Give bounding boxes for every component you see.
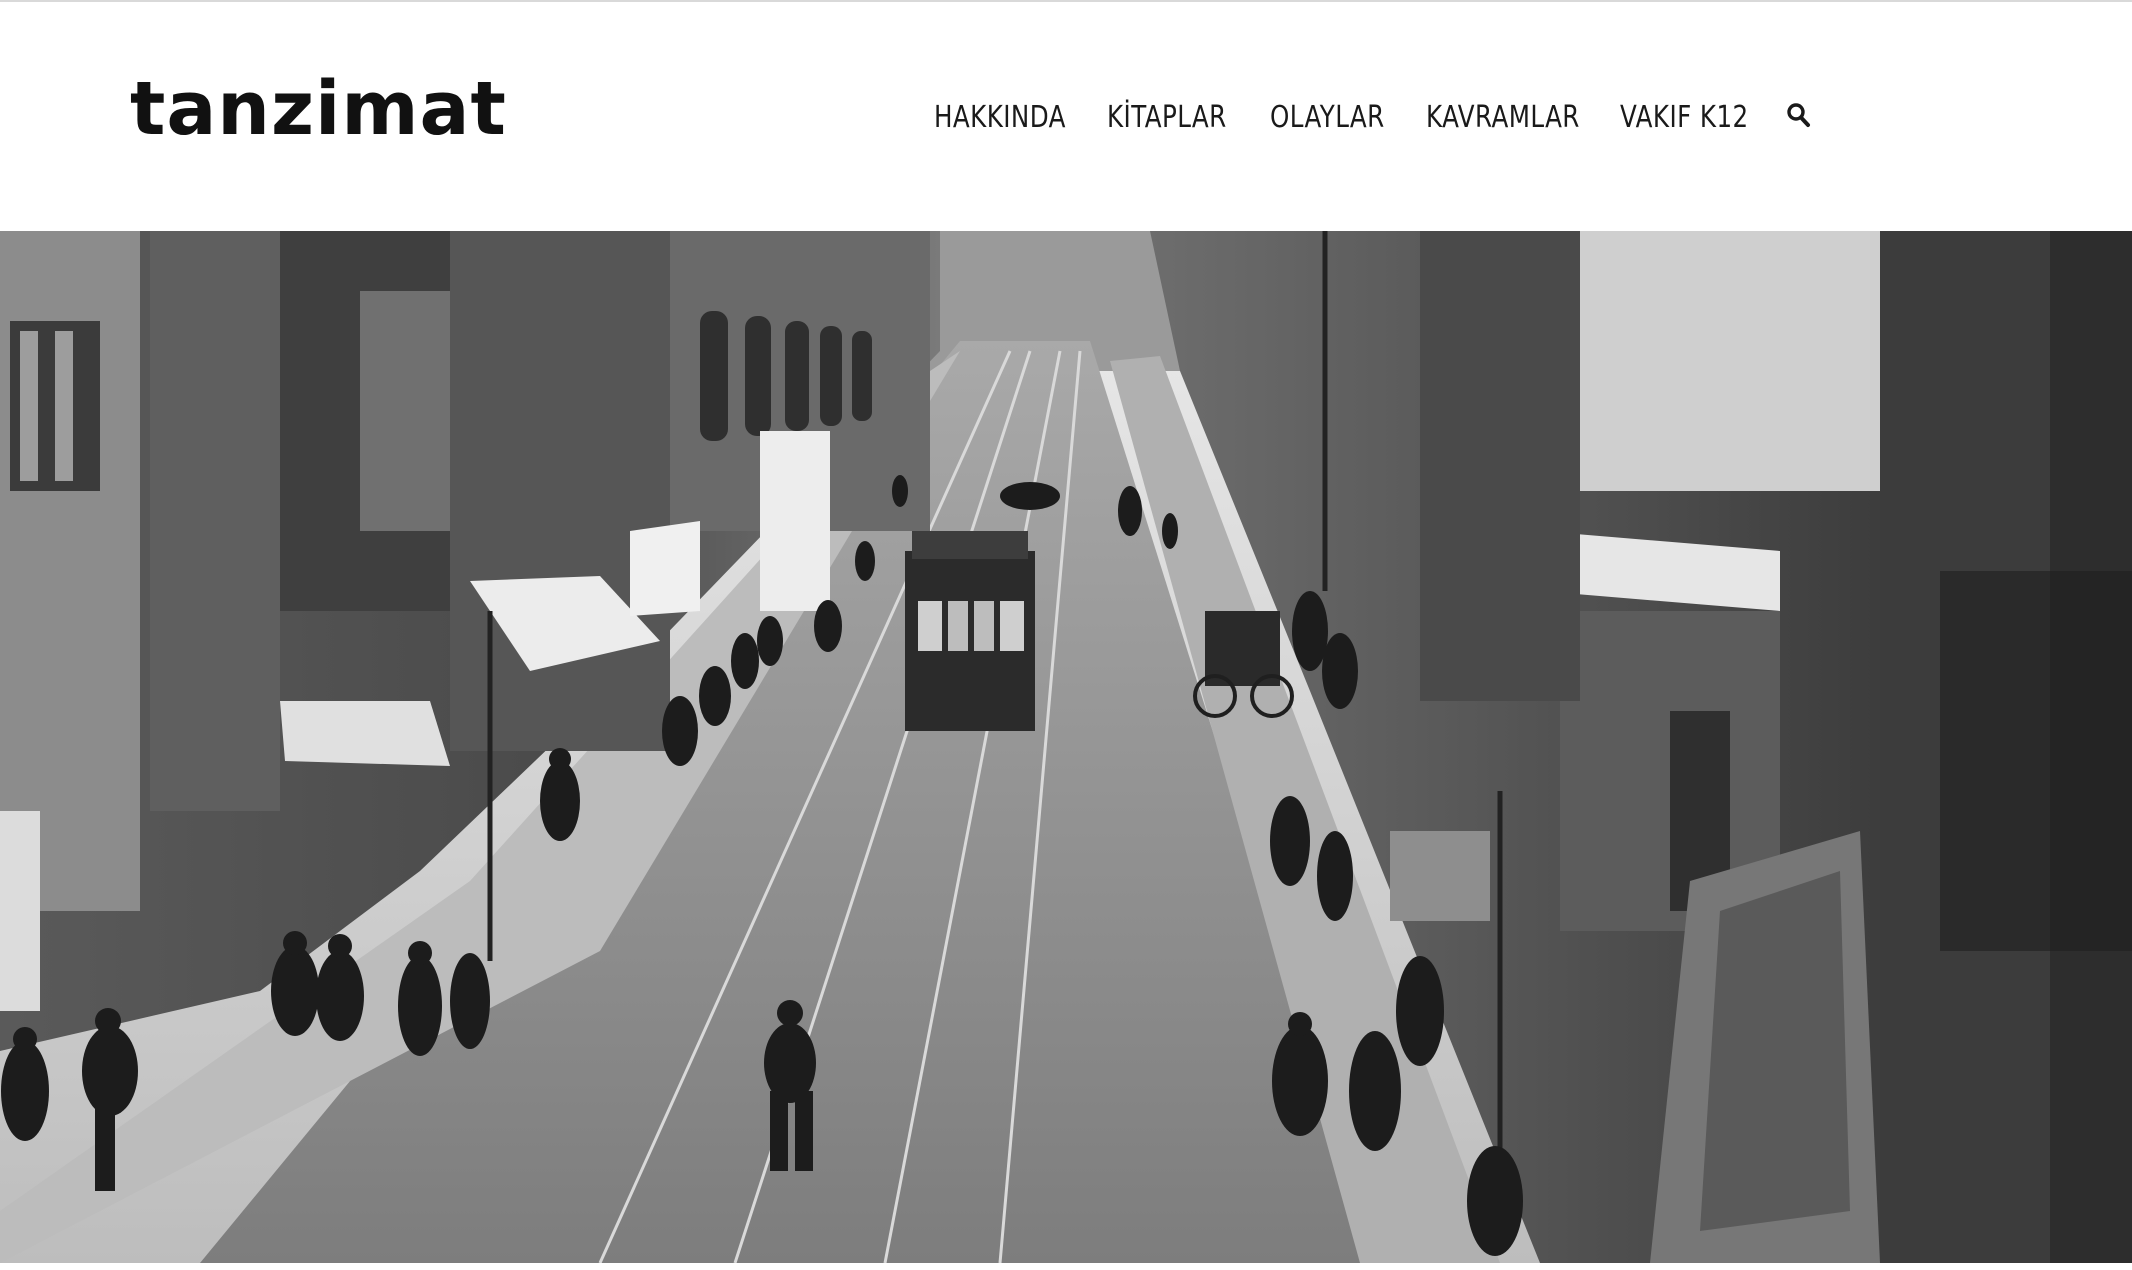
search-button[interactable]	[1786, 102, 1812, 130]
search-icon	[1787, 103, 1810, 127]
nav-link-vakif-k12[interactable]: VAKIF K12	[1620, 100, 1749, 135]
nav-item-hakkinda[interactable]: HAKKINDA	[934, 100, 1095, 140]
hero-image	[0, 231, 2132, 1263]
nav-item-olaylar[interactable]: OLAYLAR	[1270, 100, 1410, 140]
nav-link-hakkinda[interactable]: HAKKINDA	[934, 100, 1066, 135]
nav-link-kitaplar[interactable]: KİTAPLAR	[1107, 100, 1227, 135]
nav-item-vakif-k12[interactable]: VAKIF K12	[1620, 100, 1777, 140]
site-header: tanzimat HAKKINDA KİTAPLAR OLAYLAR KAVRA…	[0, 2, 2132, 231]
historic-street-photo	[0, 231, 2132, 1263]
site-logo[interactable]: tanzimat	[130, 72, 507, 146]
tram	[905, 531, 1035, 731]
bottom-spacer	[0, 1263, 2132, 1270]
nav-item-kavramlar[interactable]: KAVRAMLAR	[1426, 100, 1614, 140]
nav-link-olaylar[interactable]: OLAYLAR	[1270, 100, 1385, 135]
nav-link-kavramlar[interactable]: KAVRAMLAR	[1426, 100, 1580, 135]
nav-item-kitaplar[interactable]: KİTAPLAR	[1107, 100, 1253, 140]
